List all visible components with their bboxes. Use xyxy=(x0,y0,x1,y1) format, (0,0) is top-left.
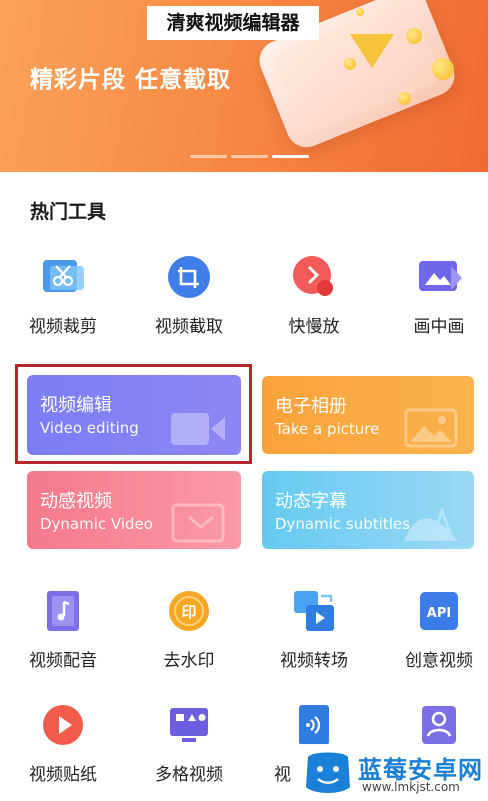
api-icon: API xyxy=(416,588,462,634)
svg-text:API: API xyxy=(427,606,451,621)
tool-label: 视频转场 xyxy=(280,651,348,671)
tool-label: 多格视频 xyxy=(155,765,223,785)
site-logo-icon xyxy=(306,752,350,793)
tool-multi-grid-video[interactable]: 多格视频 xyxy=(139,702,239,785)
coin-icon xyxy=(356,8,364,16)
subtitle-icon xyxy=(404,506,458,541)
card-electronic-album[interactable]: 电子相册 Take a picture xyxy=(262,376,474,454)
tool-label: 视频贴纸 xyxy=(29,765,97,785)
site-watermark: 蓝莓安卓网 www.lmkjst.com xyxy=(300,744,488,801)
picture-in-picture-icon xyxy=(416,254,462,300)
card-subtitle: Dynamic Video xyxy=(40,515,153,533)
grid-video-icon xyxy=(166,702,212,748)
tool-video-sticker[interactable]: 视频贴纸 xyxy=(13,702,113,785)
video-trim-icon xyxy=(166,254,212,300)
dynamic-video-icon xyxy=(171,503,225,543)
person-icon xyxy=(416,702,462,748)
highlight-box xyxy=(15,364,252,464)
tool-label: 创意视频 xyxy=(405,651,473,671)
section-title: 热门工具 xyxy=(30,201,107,223)
svg-text:印: 印 xyxy=(181,603,196,621)
tool-creative-video[interactable]: API 创意视频 xyxy=(389,588,488,671)
video-crop-icon xyxy=(40,254,86,300)
card-title: 动态字幕 xyxy=(275,491,347,512)
coin-icon xyxy=(398,92,411,105)
app-title: 清爽视频编辑器 xyxy=(147,6,319,40)
coin-icon xyxy=(344,58,356,70)
tool-video-trim[interactable]: 视频截取 xyxy=(139,254,239,337)
tool-label: 视频裁剪 xyxy=(29,317,97,337)
play-sticker-icon xyxy=(40,702,86,748)
card-title: 动感视频 xyxy=(40,491,112,512)
carousel-indicator[interactable] xyxy=(190,155,309,158)
carousel-dot-active[interactable] xyxy=(272,155,309,158)
tool-label: 画中画 xyxy=(413,317,465,337)
carousel-dot[interactable] xyxy=(190,155,227,158)
speed-icon xyxy=(291,254,337,300)
tool-speed[interactable]: 快慢放 xyxy=(264,254,364,337)
tool-label: 快慢放 xyxy=(288,317,340,337)
top-banner[interactable]: 清爽视频编辑器 精彩片段 任意截取 xyxy=(0,0,488,172)
coin-icon xyxy=(432,58,454,80)
watermark-url: www.lmkjst.com xyxy=(362,780,460,794)
tool-video-transition[interactable]: 视频转场 xyxy=(264,588,364,671)
tool-video-dubbing[interactable]: 视频配音 xyxy=(13,588,113,671)
play-triangle-icon xyxy=(350,34,394,68)
coin-icon xyxy=(406,28,422,44)
transition-icon xyxy=(291,588,337,634)
carousel-dot[interactable] xyxy=(231,155,268,158)
tool-remove-watermark[interactable]: 印 去水印 xyxy=(139,588,239,671)
card-dynamic-subtitles[interactable]: 动态字幕 Dynamic subtitles xyxy=(262,471,474,549)
music-note-icon xyxy=(40,588,86,634)
card-title: 电子相册 xyxy=(275,396,347,417)
card-subtitle: Dynamic subtitles xyxy=(275,515,410,533)
card-subtitle: Take a picture xyxy=(275,420,380,438)
stamp-icon: 印 xyxy=(166,588,212,634)
tool-label: 视频截取 xyxy=(155,317,223,337)
tool-video-crop[interactable]: 视频裁剪 xyxy=(13,254,113,337)
tool-label: 去水印 xyxy=(163,651,215,671)
image-icon xyxy=(404,408,458,448)
banner-slogan: 精彩片段 任意截取 xyxy=(30,67,232,93)
tool-picture-in-picture[interactable]: 画中画 xyxy=(389,254,488,337)
card-dynamic-video[interactable]: 动感视频 Dynamic Video xyxy=(27,471,241,549)
nfc-icon xyxy=(291,702,337,748)
tool-label: 视频配音 xyxy=(29,651,97,671)
